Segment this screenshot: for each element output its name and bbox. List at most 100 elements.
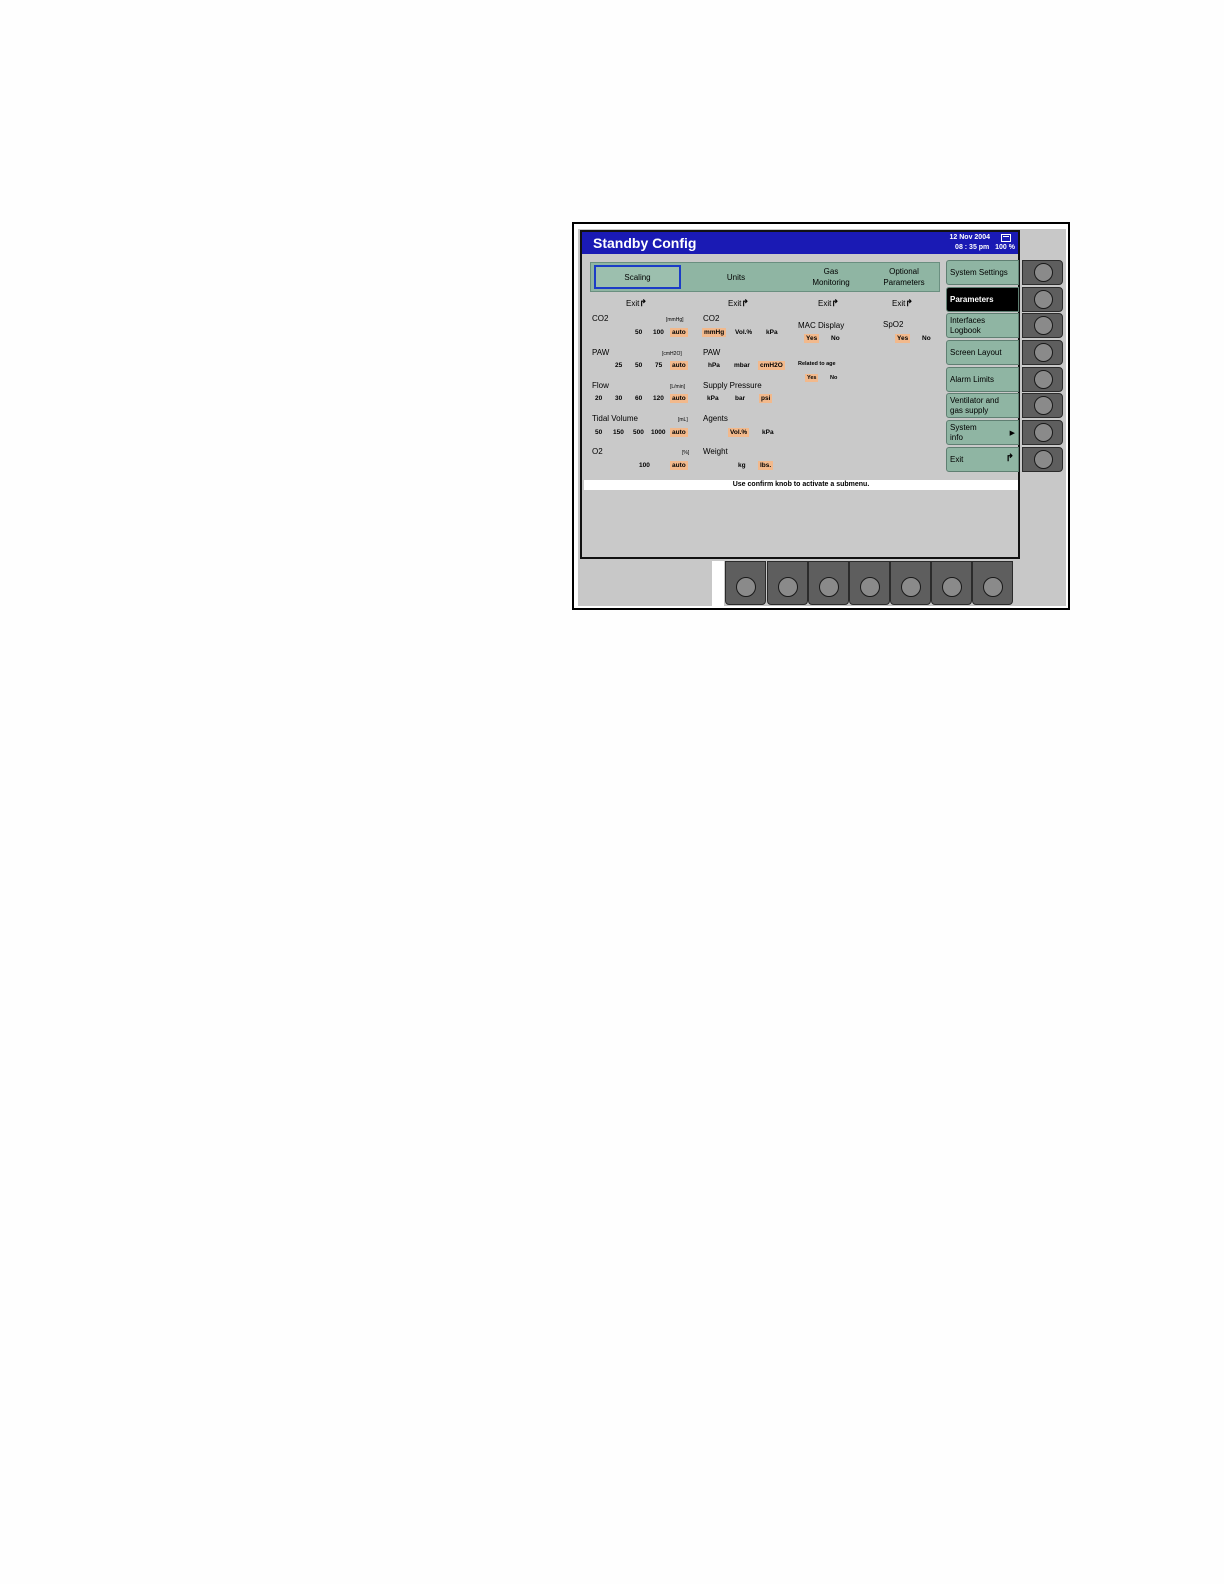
- scaling-paw-selected[interactable]: auto: [670, 361, 688, 370]
- optional-spo2-no[interactable]: No: [922, 335, 931, 342]
- exit-optional[interactable]: Exit↱: [892, 298, 913, 309]
- units-paw-opt[interactable]: mbar: [734, 362, 750, 369]
- scaling-flow-opt[interactable]: 120: [653, 395, 664, 402]
- units-co2-opt[interactable]: kPa: [766, 329, 778, 336]
- scaling-co2-selected[interactable]: auto: [670, 328, 688, 337]
- knob-icon: [1034, 396, 1053, 415]
- side-knob[interactable]: [1022, 420, 1063, 445]
- menu-ventilator-gas-supply[interactable]: Ventilator and gas supply: [946, 393, 1019, 418]
- gas-age-selected[interactable]: Yes: [805, 374, 819, 382]
- scaling-tidal-opt[interactable]: 50: [595, 429, 602, 436]
- side-knob[interactable]: [1022, 393, 1063, 418]
- menu-system-info[interactable]: System info ▶: [946, 420, 1019, 445]
- bottom-knob[interactable]: [890, 561, 931, 605]
- exit-arrow-icon: ↱: [741, 298, 749, 308]
- knob-icon: [1034, 263, 1053, 282]
- bottom-knob[interactable]: [849, 561, 890, 605]
- optional-spo2-selected[interactable]: Yes: [895, 334, 911, 343]
- scaling-co2-opt[interactable]: 100: [653, 329, 664, 336]
- gas-mac-no[interactable]: No: [831, 335, 840, 342]
- scaling-o2-selected[interactable]: auto: [670, 461, 688, 470]
- units-paw-opt[interactable]: hPa: [708, 362, 720, 369]
- units-co2-selected[interactable]: mmHg: [702, 328, 727, 337]
- units-agents-opt[interactable]: kPa: [762, 429, 774, 436]
- menu-exit[interactable]: Exit ↱: [946, 447, 1019, 472]
- side-knob[interactable]: [1022, 287, 1063, 312]
- side-knob[interactable]: [1022, 313, 1063, 338]
- side-knob[interactable]: [1022, 260, 1063, 285]
- scaling-paw-unit: [cmH2O]: [662, 351, 682, 357]
- bottom-knob[interactable]: [808, 561, 849, 605]
- units-weight-selected[interactable]: lbs.: [758, 461, 774, 470]
- scaling-tidal-opt[interactable]: 1000: [651, 429, 665, 436]
- menu-system-settings[interactable]: System Settings: [946, 260, 1019, 285]
- scaling-co2-opt[interactable]: 50: [635, 329, 642, 336]
- device-gap: [712, 561, 724, 606]
- scaling-o2-label: O2: [592, 447, 603, 456]
- side-knob[interactable]: [1022, 367, 1063, 392]
- units-weight-opt[interactable]: kg: [738, 462, 746, 469]
- bottom-knob[interactable]: [725, 561, 766, 605]
- knob-icon: [778, 577, 798, 597]
- units-supply-opt[interactable]: bar: [735, 395, 745, 402]
- scaling-co2-unit: [mmHg]: [666, 317, 684, 323]
- exit-arrow-icon: ↱: [905, 298, 913, 308]
- units-supply-selected[interactable]: psi: [759, 394, 773, 403]
- knob-icon: [1034, 423, 1053, 442]
- menu-screen-layout[interactable]: Screen Layout: [946, 340, 1019, 365]
- tab-optional-parameters[interactable]: Optional Parameters: [871, 265, 937, 289]
- scaling-paw-opt[interactable]: 50: [635, 362, 642, 369]
- gas-age-label: Related to age: [798, 361, 836, 367]
- scaling-paw-opt[interactable]: 75: [655, 362, 662, 369]
- knob-icon: [1034, 370, 1053, 389]
- calendar-icon: [1001, 234, 1011, 242]
- exit-units[interactable]: Exit↱: [728, 298, 749, 309]
- scaling-tidal-opt[interactable]: 500: [633, 429, 644, 436]
- tab-scaling[interactable]: Scaling: [594, 265, 681, 289]
- tab-gas-monitoring[interactable]: Gas Monitoring: [791, 265, 871, 289]
- knob-icon: [736, 577, 756, 597]
- scaling-flow-opt[interactable]: 20: [595, 395, 602, 402]
- scaling-flow-unit: [L/min]: [670, 384, 686, 390]
- menu-interfaces-logbook[interactable]: Interfaces Logbook: [946, 313, 1019, 338]
- exit-scaling[interactable]: Exit↱: [626, 298, 647, 309]
- units-co2-label: CO2: [703, 314, 720, 323]
- exit-gas-monitoring[interactable]: Exit↱: [818, 298, 839, 309]
- tab-units[interactable]: Units: [696, 265, 776, 289]
- knob-icon: [983, 577, 1003, 597]
- units-co2-opt[interactable]: Vol.%: [735, 329, 752, 336]
- scaling-flow-opt[interactable]: 30: [615, 395, 622, 402]
- menu-alarm-limits[interactable]: Alarm Limits: [946, 367, 1019, 392]
- bottom-knob[interactable]: [972, 561, 1013, 605]
- exit-arrow-icon: ↱: [831, 298, 839, 308]
- scaling-paw-opt[interactable]: 25: [615, 362, 622, 369]
- optional-spo2-label: SpO2: [883, 320, 904, 329]
- exit-arrow-icon: ↱: [1005, 453, 1014, 464]
- units-supply-opt[interactable]: kPa: [707, 395, 719, 402]
- units-supply-label: Supply Pressure: [703, 381, 762, 390]
- gas-age-no[interactable]: No: [830, 375, 837, 381]
- units-agents-label: Agents: [703, 414, 728, 423]
- menu-parameters[interactable]: Parameters: [946, 287, 1019, 312]
- knob-icon: [819, 577, 839, 597]
- scaling-tidal-opt[interactable]: 150: [613, 429, 624, 436]
- side-knob[interactable]: [1022, 447, 1063, 472]
- title-bar: Standby Config 12 Nov 2004 08 : 35 pm 10…: [582, 232, 1018, 254]
- bottom-knob[interactable]: [931, 561, 972, 605]
- scaling-flow-selected[interactable]: auto: [670, 394, 688, 403]
- scaling-tidal-selected[interactable]: auto: [670, 428, 688, 437]
- side-knob[interactable]: [1022, 340, 1063, 365]
- units-agents-selected[interactable]: Vol.%: [728, 428, 750, 437]
- scaling-o2-unit: [%]: [682, 450, 690, 456]
- config-panel: Scaling Units Gas Monitoring Optional Pa…: [584, 256, 946, 478]
- scaling-paw-label: PAW: [592, 348, 610, 357]
- scaling-o2-opt[interactable]: 100: [639, 462, 650, 469]
- scaling-flow-opt[interactable]: 60: [635, 395, 642, 402]
- units-paw-label: PAW: [703, 348, 721, 357]
- page-title: Standby Config: [593, 235, 697, 251]
- units-paw-selected[interactable]: cmH2O: [758, 361, 785, 370]
- gas-mac-selected[interactable]: Yes: [804, 334, 820, 343]
- time-display: 08 : 35 pm 100 %: [955, 244, 1015, 251]
- bottom-knob[interactable]: [767, 561, 808, 605]
- exit-arrow-icon: ↱: [639, 298, 647, 308]
